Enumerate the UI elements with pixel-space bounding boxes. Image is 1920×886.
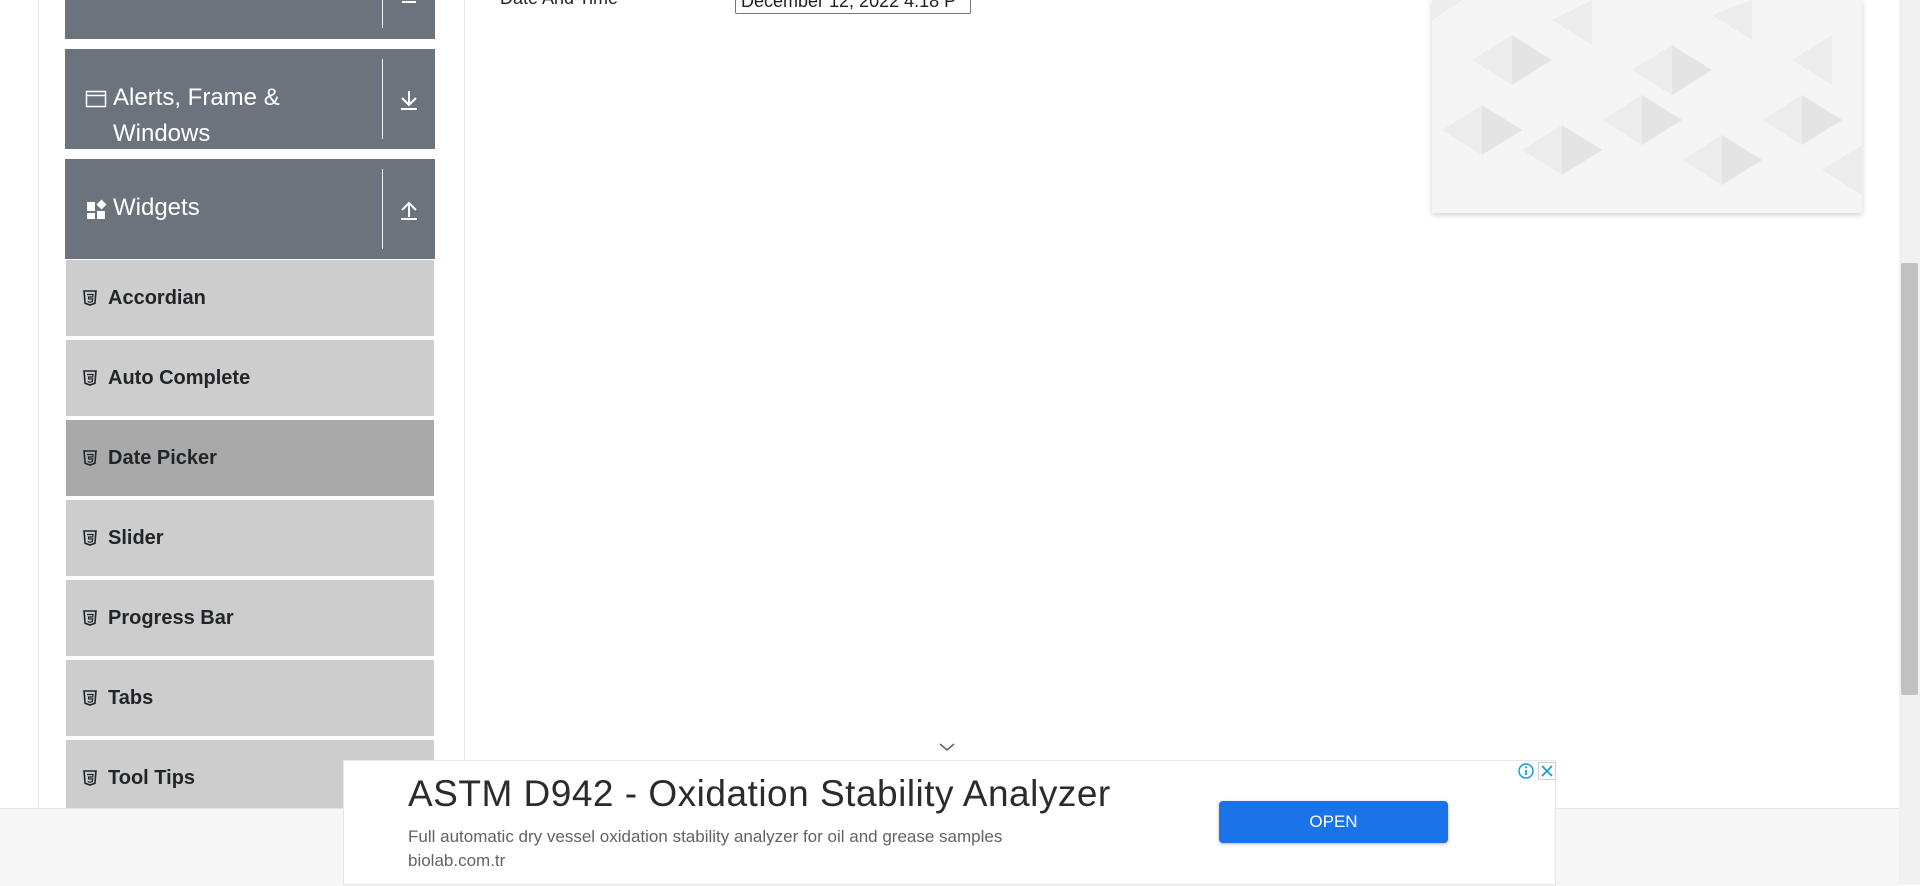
html5-icon — [83, 610, 97, 626]
html5-icon — [83, 530, 97, 546]
minus-icon[interactable] — [396, 0, 422, 18]
sidebar-item-label: Accordian — [108, 287, 206, 309]
sidebar-item-slider[interactable]: Slider — [66, 500, 434, 578]
sidebar-item-label: Tool Tips — [108, 767, 196, 789]
scrollbar-thumb[interactable] — [1901, 263, 1918, 695]
group-title-widgets: Widgets — [113, 194, 200, 221]
group-title-alerts: Alerts, Frame & — [113, 84, 280, 111]
group-separator — [382, 169, 383, 249]
triangle-pattern — [1432, 0, 1862, 213]
download-arrow-icon[interactable] — [396, 87, 422, 113]
window-icon — [85, 90, 107, 108]
ad-description: Full automatic dry vessel oxidation stab… — [408, 827, 1003, 846]
sidebar-item-accordian[interactable]: Accordian — [66, 260, 434, 338]
sidebar-item-label: Slider — [108, 527, 164, 549]
sidebar-item-date-picker[interactable]: Date Picker — [66, 420, 434, 498]
sidebar-group-alerts[interactable]: Alerts, Frame & Windows — [65, 49, 435, 149]
html5-icon — [83, 690, 97, 706]
info-icon[interactable] — [1517, 762, 1535, 780]
close-icon[interactable] — [1538, 762, 1556, 780]
sidebar-item-auto-complete[interactable]: Auto Complete — [66, 340, 434, 418]
sidebar-group-widgets[interactable]: Widgets — [65, 159, 435, 259]
banner-image — [1432, 0, 1862, 213]
group-separator — [382, 59, 383, 139]
ad-url[interactable]: biolab.com.tr — [408, 851, 505, 871]
sidebar-item-label: Progress Bar — [108, 607, 234, 629]
date-time-input[interactable]: December 12, 2022 4:18 P — [735, 0, 971, 14]
left-column-border — [38, 0, 39, 808]
content-divider — [464, 0, 465, 808]
sidebar-item-progress-bar[interactable]: Progress Bar — [66, 580, 434, 658]
html5-icon — [83, 290, 97, 306]
date-time-label: Date And Time — [500, 0, 618, 9]
ad-title[interactable]: ASTM D942 - Oxidation Stability Analyzer — [408, 773, 1111, 815]
group-separator — [382, 0, 383, 28]
ad-open-button[interactable]: OPEN — [1219, 801, 1448, 843]
sidebar-item-tabs[interactable]: Tabs — [66, 660, 434, 738]
chevron-down-icon[interactable] — [938, 740, 956, 754]
sidebar-group-collapsed[interactable] — [65, 0, 435, 39]
upload-arrow-icon[interactable] — [396, 197, 422, 223]
sidebar-item-label: Auto Complete — [108, 367, 251, 389]
sidebar-item-label: Date Picker — [108, 447, 217, 469]
html5-icon — [83, 770, 97, 786]
sidebar-item-label: Tabs — [108, 687, 154, 709]
html5-icon — [83, 370, 97, 386]
group-title-alerts-line2: Windows — [113, 120, 211, 147]
html5-icon — [83, 450, 97, 466]
widgets-icon — [87, 199, 107, 219]
ad-banner[interactable]: ASTM D942 - Oxidation Stability Analyzer… — [343, 760, 1556, 885]
